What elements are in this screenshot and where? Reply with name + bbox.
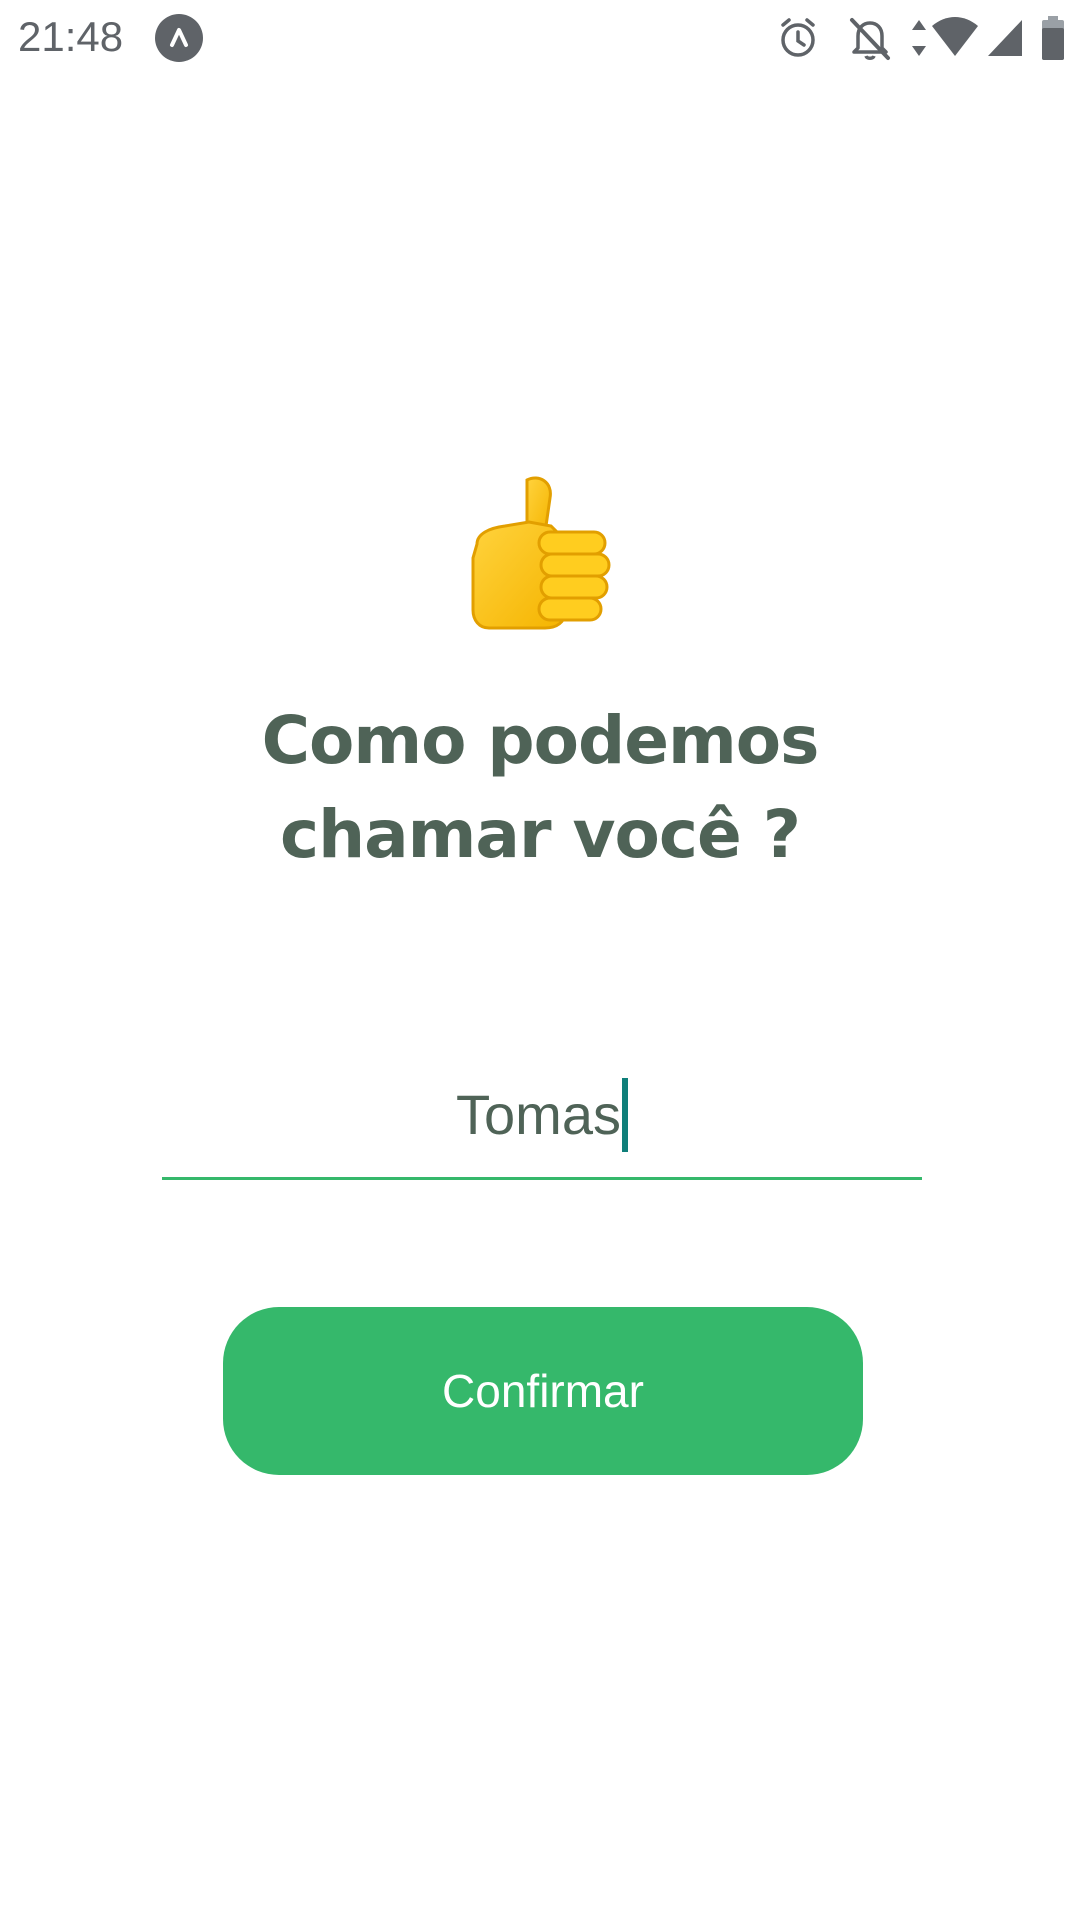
name-input[interactable]: Tomas (162, 1078, 922, 1152)
page-title: Como podemos chamar você ? (261, 702, 820, 873)
screen: 21:48 Como podemos chamar você ? Tomas C… (0, 0, 1080, 1920)
react-native-icon (155, 14, 203, 62)
name-input-value: Tomas (456, 1083, 621, 1146)
text-caret (621, 1078, 628, 1152)
status-icons (768, 14, 1066, 62)
status-bar: 21:48 (0, 0, 1080, 74)
status-time: 21:48 (18, 13, 124, 60)
battery-icon (1042, 16, 1064, 60)
notifications-off-icon (850, 18, 890, 60)
wifi-icon (932, 17, 978, 56)
name-field[interactable]: Tomas (162, 1060, 922, 1180)
cell-signal-icon (988, 20, 1022, 56)
alarm-icon (781, 18, 815, 57)
thumbs-up-icon (471, 476, 611, 630)
confirm-button[interactable]: Confirmar (223, 1307, 863, 1475)
data-arrows-icon (912, 20, 926, 56)
